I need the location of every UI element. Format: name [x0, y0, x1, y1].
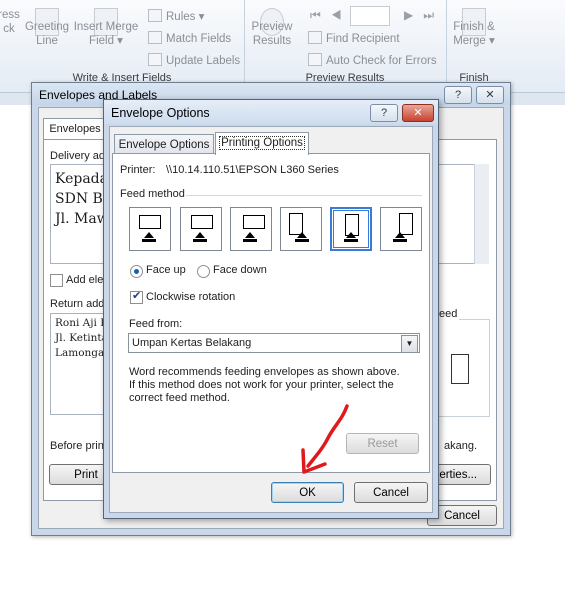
feed-line-icon	[243, 239, 257, 242]
greeting-line-label: Greeting Line	[24, 21, 70, 47]
face-up-radio[interactable]	[130, 265, 143, 278]
feed-preview-label: eed	[437, 308, 460, 320]
feed-arrow-icon	[195, 232, 205, 238]
tab-envelopes[interactable]: Envelopes	[43, 118, 107, 139]
feed-method-separator	[186, 195, 422, 196]
address-block-button[interactable]: ress ck	[0, 8, 24, 36]
face-down-label: Face down	[213, 264, 267, 276]
finish-merge-button[interactable]: Finish & Merge ▾	[450, 8, 498, 48]
find-recipient-icon	[308, 31, 322, 44]
check-mark-icon: ✔	[132, 290, 142, 302]
rules-button[interactable]: Rules ▾	[148, 9, 204, 23]
feed-line-icon	[393, 239, 407, 242]
next-record-icon[interactable]: ▶	[404, 8, 423, 22]
printer-label: Printer:	[120, 164, 156, 176]
feed-line-icon	[295, 239, 309, 242]
match-fields-button[interactable]: Match Fields	[148, 31, 231, 45]
before-printing-text: Before print	[50, 440, 107, 452]
update-labels-button[interactable]: Update Labels	[148, 53, 240, 67]
feed-preview-icon[interactable]	[451, 354, 469, 384]
match-fields-icon	[148, 31, 162, 44]
help-button[interactable]: ?	[370, 104, 398, 122]
envelope-horizontal-icon	[243, 215, 265, 229]
delivery-address-label: Delivery add	[50, 150, 112, 162]
previous-record-icon[interactable]: ◀	[331, 8, 352, 22]
feed-arrow-icon	[144, 232, 154, 238]
auto-check-icon	[308, 53, 322, 66]
tab-printing-options-label: Printing Options	[219, 136, 305, 150]
chevron-down-icon[interactable]: ▼	[401, 335, 418, 353]
write-insert-fields-group: ress ck Greeting Line Insert Merge Field…	[0, 0, 245, 92]
printer-name: \\10.14.110.51\EPSON L360 Series	[166, 164, 339, 176]
feed-line-icon	[142, 239, 156, 242]
return-address-label: Return add	[50, 298, 105, 310]
dialog-titlebar: Envelope Options ? ✕	[104, 100, 438, 124]
feed-method-option-2[interactable]	[180, 207, 222, 251]
annotation-arrow-icon	[301, 404, 349, 474]
rules-label: Rules ▾	[166, 11, 205, 23]
auto-check-label: Auto Check for Errors	[326, 55, 437, 67]
preview-results-button[interactable]: Preview Results	[250, 8, 294, 48]
delivery-scrollbar[interactable]	[474, 164, 489, 264]
feed-from-select[interactable]: Umpan Kertas Belakang ▼	[128, 333, 420, 353]
clockwise-rotation-checkbox[interactable]: ✔	[130, 290, 143, 304]
feed-from-label: Feed from:	[129, 318, 183, 330]
preview-results-group: Preview Results ⏮◀ ▶⏭ Find Recipient Aut…	[244, 0, 447, 92]
record-navigation: ⏮◀	[310, 8, 352, 23]
dialog-title: Envelope Options	[111, 106, 210, 120]
tab-envelope-options[interactable]: Envelope Options	[114, 134, 214, 155]
add-electronic-postage-checkbox[interactable]	[50, 274, 63, 287]
rules-icon	[148, 9, 162, 22]
update-labels-label: Update Labels	[166, 55, 241, 67]
update-labels-icon	[148, 53, 162, 66]
feed-method-option-5-selected[interactable]	[330, 207, 372, 251]
add-electronic-postage-label: Add ele	[66, 274, 104, 286]
feed-arrow-icon	[395, 232, 405, 238]
feed-line-icon	[344, 239, 358, 242]
find-recipient-label: Find Recipient	[326, 33, 400, 45]
feed-from-value: Umpan Kertas Belakang	[132, 337, 252, 349]
feed-method-option-6[interactable]	[380, 207, 422, 251]
cancel-button[interactable]: Cancel	[354, 482, 428, 503]
bg-close-button[interactable]: ✕	[476, 86, 504, 104]
printing-options-panel	[112, 153, 430, 473]
auto-check-errors-button[interactable]: Auto Check for Errors	[308, 53, 437, 67]
find-recipient-button[interactable]: Find Recipient	[308, 31, 400, 45]
feed-preview-box: eed	[434, 308, 490, 417]
insert-merge-field-button[interactable]: Insert Merge Field ▾	[72, 8, 140, 48]
feed-method-option-1[interactable]	[129, 207, 171, 251]
bg-help-button[interactable]: ?	[444, 86, 472, 104]
finish-merge-label: Finish & Merge ▾	[453, 21, 495, 47]
feed-method-option-3[interactable]	[230, 207, 272, 251]
finish-group: Finish & Merge ▾ Finish	[446, 0, 502, 92]
clockwise-rotation-label: Clockwise rotation	[146, 291, 236, 303]
feed-line-icon	[193, 239, 207, 242]
match-fields-label: Match Fields	[166, 33, 232, 45]
ribbon: ress ck Greeting Line Insert Merge Field…	[0, 0, 565, 93]
close-button[interactable]: ✕	[402, 104, 434, 122]
face-down-radio[interactable]	[197, 265, 210, 278]
last-record-icon[interactable]: ⏭	[423, 8, 444, 22]
record-number-input[interactable]	[350, 6, 390, 26]
feed-method-label: Feed method	[120, 188, 185, 200]
feed-method-option-4[interactable]	[280, 207, 322, 251]
insert-merge-field-label: Insert Merge Field ▾	[73, 21, 139, 47]
before-printing-text-end: akang.	[444, 440, 478, 452]
face-up-label: Face up	[146, 264, 186, 276]
recommendation-text: Word recommends feeding envelopes as sho…	[129, 366, 400, 404]
first-record-icon[interactable]: ⏮	[310, 8, 331, 22]
tab-printing-options[interactable]: Printing Options	[215, 132, 309, 155]
feed-arrow-icon	[245, 232, 255, 238]
envelope-horizontal-icon	[139, 215, 161, 229]
feed-arrow-icon	[346, 232, 356, 238]
record-navigation-next: ▶⏭	[404, 8, 444, 23]
greeting-line-button[interactable]: Greeting Line	[22, 8, 72, 48]
preview-results-label: Preview Results	[251, 21, 293, 47]
feed-arrow-icon	[297, 232, 307, 238]
envelope-horizontal-icon	[191, 215, 213, 229]
